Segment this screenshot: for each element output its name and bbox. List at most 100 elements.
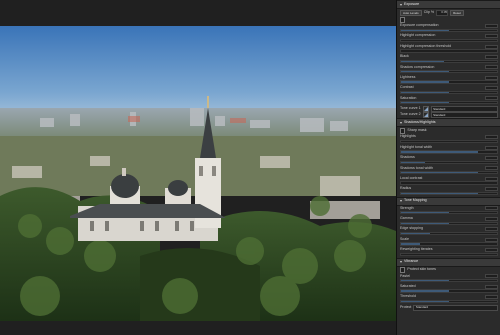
photo-preview[interactable] xyxy=(0,26,396,321)
skin-tones-checkbox[interactable] xyxy=(400,267,406,273)
slider-value-input[interactable] xyxy=(485,86,498,91)
curve-icon[interactable] xyxy=(422,112,429,119)
slider-track[interactable] xyxy=(400,80,498,84)
slider-label: Scale xyxy=(400,236,409,241)
protect-select[interactable]: Standard xyxy=(413,304,498,311)
slider-label: Lightness xyxy=(400,74,416,79)
slider-track[interactable] xyxy=(400,139,498,144)
slider-value-input[interactable] xyxy=(485,176,498,181)
slider-fill xyxy=(401,60,445,62)
exposure-controls: Auto Levels Clip % 0.05 Reset xyxy=(397,9,500,17)
slider-value-input[interactable] xyxy=(485,295,498,300)
slider-label: Exposure compensation xyxy=(400,23,439,27)
clip-label: Clip % xyxy=(423,10,435,15)
tone-curve-1-mode-value: Standard xyxy=(433,106,446,111)
slider-value-input[interactable] xyxy=(485,23,498,28)
slider-value-input[interactable] xyxy=(485,247,498,252)
auto-levels-button[interactable]: Auto Levels xyxy=(400,9,422,17)
slider-label: Highlights xyxy=(400,134,416,139)
slider-label: Edge stopping xyxy=(400,226,423,231)
slider-value-input[interactable] xyxy=(485,75,498,80)
slider-value-input[interactable] xyxy=(485,166,498,171)
slider-fill xyxy=(401,102,449,104)
sharp-mask-row: Sharp mask xyxy=(397,127,500,134)
sharp-mask-checkbox[interactable] xyxy=(400,128,406,134)
slider-track[interactable] xyxy=(400,171,498,175)
slider-track[interactable] xyxy=(400,49,498,53)
slider-track[interactable] xyxy=(400,160,498,164)
slider-fill xyxy=(401,222,449,224)
slider-fill xyxy=(401,192,478,195)
slider-value-input[interactable] xyxy=(485,145,498,150)
curve-icon[interactable] xyxy=(422,106,429,113)
section-title: Tone Mapping xyxy=(404,198,427,203)
slider-value-input[interactable] xyxy=(485,206,498,211)
skin-tones-row: Protect skin tones xyxy=(397,267,500,274)
slider-label: Shadow compression xyxy=(400,64,435,69)
slider-value-input[interactable] xyxy=(485,216,498,221)
slider-value-input[interactable] xyxy=(485,187,498,192)
vibrance-sliders: Pastel Saturated Threshold xyxy=(397,274,500,304)
slider-label: Highlight compression xyxy=(400,33,436,38)
reset-button[interactable]: Reset xyxy=(450,9,464,17)
slider-track[interactable] xyxy=(400,101,498,105)
skin-tones-label: Protect skin tones xyxy=(407,267,436,272)
slider-track[interactable] xyxy=(400,28,498,32)
slider-label: Strength xyxy=(400,205,414,210)
slider-track[interactable] xyxy=(400,221,498,225)
slider-track[interactable] xyxy=(400,59,498,63)
slider-track[interactable] xyxy=(400,242,498,246)
section-title: Shadows/Highlights xyxy=(404,120,436,125)
cathedral-photo xyxy=(0,26,396,321)
section-header-vibrance[interactable]: Vibrance xyxy=(397,257,500,267)
slider-value-input[interactable] xyxy=(485,54,498,59)
highlight-recon-checkbox[interactable] xyxy=(400,17,406,23)
slider-track[interactable] xyxy=(400,211,498,215)
slider-track[interactable] xyxy=(400,252,498,256)
slider-value-input[interactable] xyxy=(485,237,498,242)
section-header-tone-mapping[interactable]: Tone Mapping xyxy=(397,196,500,206)
tone-curve-1-label: Tone curve 1 xyxy=(400,106,421,111)
slider-label: Gamma xyxy=(400,216,413,220)
section-header-exposure[interactable]: Exposure xyxy=(397,0,500,9)
slider-label: Threshold xyxy=(400,294,416,299)
slider-fill xyxy=(401,81,449,83)
protect-value: Standard xyxy=(415,305,429,310)
tone-mapping-sliders: Strength Gamma Edge stopping Scale Reweighti… xyxy=(397,206,500,256)
slider-track[interactable] xyxy=(400,289,498,293)
slider-value-input[interactable] xyxy=(485,227,498,232)
slider-label: Pastel xyxy=(400,273,410,278)
slider-track[interactable] xyxy=(400,150,498,154)
slider-label: Highlight tonal width xyxy=(400,144,433,149)
sharp-mask-label: Sharp mask xyxy=(407,128,427,133)
slider-track[interactable] xyxy=(400,191,498,196)
slider-value-input[interactable] xyxy=(485,274,498,279)
slider-track[interactable] xyxy=(400,231,498,236)
chevron-down-icon xyxy=(400,261,402,263)
slider-label: Saturation xyxy=(400,95,417,100)
slider-fill xyxy=(401,243,421,245)
section-header-shadows-highlights[interactable]: Shadows/Highlights xyxy=(397,118,500,128)
slider-label: Black xyxy=(400,54,409,59)
slider-fill xyxy=(401,232,430,235)
slider-value-input[interactable] xyxy=(485,44,498,49)
slider-track[interactable] xyxy=(400,90,498,95)
slider-label: Saturated xyxy=(400,283,416,288)
section-title: Exposure xyxy=(404,1,420,6)
slider-track[interactable] xyxy=(400,70,498,74)
slider-value-input[interactable] xyxy=(485,135,498,140)
slider-value-input[interactable] xyxy=(485,34,498,39)
slider-value-input[interactable] xyxy=(485,284,498,289)
slider-track[interactable] xyxy=(400,279,498,283)
slider-value-input[interactable] xyxy=(485,155,498,160)
slider-fill xyxy=(401,91,449,94)
slider-track[interactable] xyxy=(400,181,498,185)
slider-value-input[interactable] xyxy=(485,65,498,70)
tone-curve-2-mode[interactable]: Standard xyxy=(430,112,498,119)
slider-label: Local contrast xyxy=(400,175,423,180)
slider-track[interactable] xyxy=(400,299,498,304)
slider-value-input[interactable] xyxy=(485,96,498,101)
clip-input[interactable]: 0.05 xyxy=(436,10,449,16)
slider-track[interactable] xyxy=(400,38,498,43)
tone-curve-2-mode-value: Standard xyxy=(433,112,446,117)
